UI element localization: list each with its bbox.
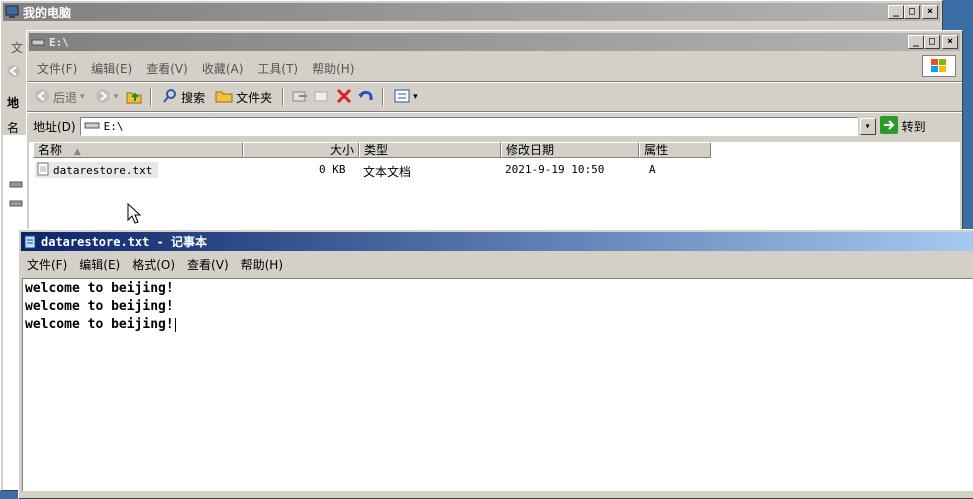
explorer-title: E:\	[49, 35, 69, 49]
file-name-cell[interactable]: datarestore.txt	[35, 162, 159, 179]
go-button[interactable]: 转到	[879, 115, 926, 137]
close-button[interactable]: ×	[942, 35, 958, 49]
column-header-attributes[interactable]: 属性	[639, 142, 711, 158]
search-icon	[162, 88, 178, 107]
notepad-title: datarestore.txt - 记事本	[41, 235, 208, 249]
address-bar: 地址(D) E:\ ▾ 转到	[33, 115, 958, 137]
explorer-titlebar[interactable]: E:\ _ □ ×	[29, 33, 960, 51]
toolbar-separator-line	[27, 111, 962, 113]
column-header-size[interactable]: 大小	[243, 142, 359, 158]
menu-favorites[interactable]: 收藏(A)	[202, 60, 244, 77]
my-computer-menu-fragment[interactable]: 文	[11, 39, 23, 56]
back-arrow-icon	[34, 88, 50, 107]
toolbar-separator	[282, 88, 285, 106]
search-button[interactable]: 搜索	[159, 87, 208, 107]
back-label: 后退	[53, 90, 78, 105]
search-label: 搜索	[181, 90, 206, 105]
table-row[interactable]: datarestore.txt 0 KB 文本文档 2021-9-19 10:5…	[33, 160, 713, 179]
forward-button[interactable]: ▾	[92, 87, 122, 107]
drive-icon[interactable]	[9, 178, 23, 192]
move-to-icon[interactable]	[291, 88, 309, 107]
menu-help[interactable]: 帮助(H)	[312, 60, 354, 77]
my-computer-name-fragment: 名	[7, 121, 20, 135]
text-caret	[174, 317, 176, 332]
mouse-cursor-icon	[127, 202, 142, 228]
go-label: 转到	[901, 119, 926, 134]
forward-arrow-icon	[95, 88, 111, 107]
computer-icon	[5, 5, 19, 19]
menu-edit[interactable]: 编辑(E)	[79, 256, 120, 273]
maximize-button[interactable]: □	[924, 35, 940, 49]
menu-format[interactable]: 格式(O)	[132, 256, 175, 273]
copy-to-icon[interactable]	[313, 88, 331, 107]
column-header-type[interactable]: 类型	[359, 142, 501, 158]
maximize-button[interactable]: □	[904, 5, 920, 19]
column-name-label: 名称	[38, 143, 63, 157]
drive-icon[interactable]	[9, 197, 23, 211]
chevron-down-icon: ▾	[80, 92, 85, 102]
minimize-button[interactable]: _	[888, 5, 904, 19]
text-file-icon	[37, 162, 49, 179]
folder-icon	[215, 89, 233, 106]
menu-view[interactable]: 查看(V)	[187, 256, 229, 273]
column-header-name[interactable]: 名称 ▲	[33, 142, 243, 158]
my-computer-title: 我的电脑	[23, 5, 72, 20]
address-label: 地址(D)	[33, 119, 76, 134]
close-button[interactable]: ×	[922, 5, 938, 19]
address-dropdown-button[interactable]: ▾	[859, 117, 876, 135]
toolbar-separator	[150, 88, 153, 106]
views-icon	[394, 89, 410, 106]
column-type-label: 类型	[364, 143, 389, 157]
chevron-down-icon: ▾	[413, 92, 418, 102]
back-button[interactable]: 后退 ▾	[31, 87, 88, 107]
explorer-window-buttons: _ □ ×	[908, 35, 958, 49]
my-computer-window-buttons: _ □ ×	[888, 5, 938, 19]
delete-icon[interactable]	[335, 88, 353, 107]
menu-tools[interactable]: 工具(T)	[257, 60, 298, 77]
my-computer-back-icon[interactable]	[7, 64, 21, 81]
notepad-text-area[interactable]: welcome to beijing! welcome to beijing! …	[22, 278, 973, 491]
text-line: welcome to beijing!	[25, 299, 174, 314]
menu-edit[interactable]: 编辑(E)	[91, 60, 132, 77]
chevron-down-icon: ▾	[113, 92, 119, 102]
text-line: welcome to beijing!	[25, 317, 174, 332]
explorer-menubar: 文件(F) 编辑(E) 查看(V) 收藏(A) 工具(T) 帮助(H)	[37, 58, 354, 78]
folders-label: 文件夹	[236, 90, 273, 105]
file-modified: 2021-9-19 10:50	[505, 163, 605, 176]
menu-file[interactable]: 文件(F)	[37, 60, 77, 77]
file-attributes: A	[649, 163, 656, 176]
file-type: 文本文档	[363, 165, 412, 179]
menu-view[interactable]: 查看(V)	[146, 60, 188, 77]
file-name: datarestore.txt	[53, 163, 153, 177]
text-line-last: welcome to beijing!	[25, 316, 971, 334]
menubar-separator	[27, 81, 962, 83]
drive-icon	[84, 120, 100, 133]
my-computer-address-fragment: 地	[7, 96, 20, 110]
up-folder-icon[interactable]	[125, 88, 143, 107]
menu-file[interactable]: 文件(F)	[27, 256, 67, 273]
my-computer-titlebar[interactable]: 我的电脑 _ □ ×	[3, 3, 940, 21]
go-arrow-icon	[879, 115, 898, 137]
windows-logo-icon	[922, 55, 956, 77]
sort-ascending-icon: ▲	[73, 147, 81, 157]
folders-button[interactable]: 文件夹	[212, 87, 275, 107]
address-value: E:\	[103, 119, 124, 133]
toolbar-separator	[382, 88, 385, 106]
column-modified-label: 修改日期	[506, 143, 555, 157]
notepad-titlebar[interactable]: datarestore.txt - 记事本	[21, 232, 973, 251]
undo-icon[interactable]	[357, 88, 375, 107]
column-header-modified[interactable]: 修改日期	[501, 142, 639, 158]
notepad-menubar: 文件(F) 编辑(E) 格式(O) 查看(V) 帮助(H)	[27, 254, 283, 274]
minimize-button[interactable]: _	[908, 35, 924, 49]
column-attributes-label: 属性	[644, 143, 669, 157]
drive-icon	[31, 35, 45, 49]
column-size-label: 大小	[329, 143, 354, 157]
explorer-toolbar: 后退 ▾ ▾ 搜索 文件夹 ▾	[31, 85, 421, 109]
text-line: welcome to beijing!	[25, 281, 174, 296]
address-input[interactable]: E:\	[79, 116, 858, 136]
views-button[interactable]: ▾	[391, 87, 421, 107]
file-size: 0 KB	[319, 163, 346, 176]
menu-help[interactable]: 帮助(H)	[241, 256, 283, 273]
notepad-icon	[23, 235, 37, 249]
